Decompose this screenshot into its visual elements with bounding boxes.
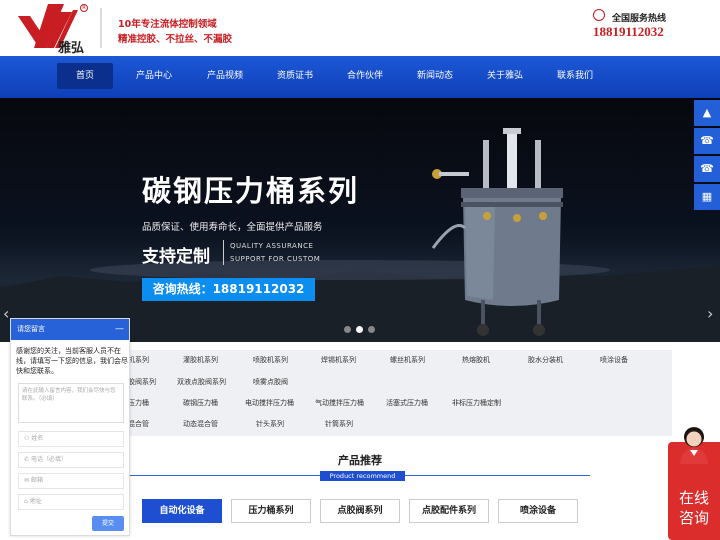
nav-item-news[interactable]: 新闻动态: [407, 63, 463, 89]
category-link[interactable]: 灌胶机系列: [183, 355, 218, 365]
tab-spray-equipment[interactable]: 喷涂设备: [498, 499, 578, 523]
email-field[interactable]: ✉ 邮箱: [18, 473, 124, 489]
nav-item-home[interactable]: 首页: [57, 63, 113, 89]
submit-button[interactable]: 提交: [92, 516, 124, 531]
nav-item-contact[interactable]: 联系我们: [547, 63, 603, 89]
logo-icon[interactable]: 雅弘: [18, 4, 86, 54]
nav-item-certificates[interactable]: 资质证书: [267, 63, 323, 89]
category-link[interactable]: 压力桶: [128, 398, 149, 408]
category-link[interactable]: 电动搅拌压力桶: [245, 398, 294, 408]
slide-dot[interactable]: [344, 326, 351, 333]
tab-valve-accessories[interactable]: 点胶配件系列: [409, 499, 489, 523]
category-link[interactable]: 针筒系列: [325, 419, 353, 429]
nav-item-videos[interactable]: 产品视频: [197, 63, 253, 89]
category-link[interactable]: 气动搅拌压力桶: [315, 398, 364, 408]
nav-item-products[interactable]: 产品中心: [126, 63, 182, 89]
online-consult[interactable]: 在线 咨询: [668, 420, 720, 540]
category-link[interactable]: 螺丝机系列: [390, 355, 425, 365]
tab-pressure-tank[interactable]: 压力桶系列: [231, 499, 311, 523]
banner-title: 碳钢压力桶系列: [142, 174, 360, 208]
category-link[interactable]: 胶水分装机: [528, 355, 563, 365]
category-row: 混合管 动态混合管 针头系列 针筒系列: [48, 414, 672, 435]
address-field[interactable]: ⌂ 地址: [18, 494, 124, 510]
phone-placeholder: 电话（必填）: [30, 456, 67, 463]
nav-item-partners[interactable]: 合作伙伴: [337, 63, 393, 89]
online-label-1: 在线: [678, 489, 709, 507]
category-link[interactable]: 机系列: [128, 355, 149, 365]
banner-bold-text: 支持定制: [142, 247, 210, 267]
chat-header-title: 请您留言: [17, 325, 45, 333]
email-placeholder: 邮箱: [30, 477, 43, 484]
category-link[interactable]: 喷涂设备: [600, 355, 628, 365]
slide-dot-active[interactable]: [356, 326, 363, 333]
pressure-tank-image: [431, 128, 563, 336]
online-label-2: 咨询: [678, 509, 709, 527]
phone-field[interactable]: ✆ 电话（必填）: [18, 452, 124, 468]
chat-widget: 请您留言 — 感谢您的关注，当前客服人员不在线，请填写一下您的信息，我们会尽快和…: [10, 318, 130, 536]
category-row: 机系列 灌胶机系列 喷胶机系列 焊锡机系列 螺丝机系列 热熔胶机 胶水分装机 喷…: [48, 350, 672, 371]
registered-mark: R: [80, 4, 88, 12]
slide-dot[interactable]: [368, 326, 375, 333]
category-link[interactable]: 焊锡机系列: [321, 355, 356, 365]
category-link[interactable]: 热熔胶机: [462, 355, 490, 365]
slogan-line-1: 10年专注流体控制领域: [118, 19, 217, 30]
customer-service-avatar: [680, 427, 708, 464]
category-link[interactable]: 活塞式压力桶: [386, 398, 428, 408]
phone-icon[interactable]: ☎: [694, 128, 720, 154]
message-textarea[interactable]: 请在此输入留言内容，我们会尽快与您联系。（必填）: [18, 383, 124, 423]
category-panel: 机系列 灌胶机系列 喷胶机系列 焊锡机系列 螺丝机系列 热熔胶机 胶水分装机 喷…: [48, 350, 672, 436]
tab-dispensing-valve[interactable]: 点胶阀系列: [320, 499, 400, 523]
minimize-icon[interactable]: —: [115, 319, 124, 340]
name-field[interactable]: ⚇ 姓名: [18, 431, 124, 447]
category-link[interactable]: 喷雾点胶阀: [253, 377, 288, 387]
category-row: 胶阀系列 双液点胶阀系列 喷雾点胶阀: [48, 372, 672, 393]
name-placeholder: 姓名: [31, 435, 44, 442]
main-nav: 首页 产品中心 产品视频 资质证书 合作伙伴 新闻动态 关于雅弘 联系我们: [0, 56, 720, 98]
hotline-number: 18819112032: [593, 24, 664, 39]
chat-header[interactable]: 请您留言 —: [11, 319, 129, 340]
phone-icon: ✆: [24, 456, 31, 463]
section-subtitle-en: Product recommend: [320, 471, 405, 481]
category-row: 压力桶 碳钢压力桶 电动搅拌压力桶 气动搅拌压力桶 活塞式压力桶 非标压力桶定制: [48, 393, 672, 414]
category-link[interactable]: 双液点胶阀系列: [177, 377, 226, 387]
chat-intro-text: 感谢您的关注，当前客服人员不在线，请填写一下您的信息，我们会尽快和您联系。: [16, 347, 128, 375]
nav-item-about[interactable]: 关于雅弘: [477, 63, 533, 89]
chevron-left-icon[interactable]: ‹: [3, 304, 9, 323]
side-toolbar: ▲ ☎ ☎ ▦: [694, 100, 720, 212]
banner-eng-line-1: QUALITY ASSURANCE: [230, 242, 314, 250]
banner-subtitle: 品质保证、使用寿命长，全面提供产品服务: [142, 222, 323, 233]
category-link[interactable]: 动态混合管: [183, 419, 218, 429]
phone-icon: [593, 9, 605, 21]
tab-automation[interactable]: 自动化设备: [142, 499, 222, 523]
category-link[interactable]: 非标压力桶定制: [452, 398, 501, 408]
site-header: 雅弘 R 10年专注流体控制领域 精准控胶、不拉丝、不漏胶 全国服务热线 188…: [0, 0, 720, 56]
hero-banner[interactable]: ‹ ›: [0, 98, 720, 342]
category-link[interactable]: 碳钢压力桶: [183, 398, 218, 408]
category-link[interactable]: 混合管: [128, 419, 149, 429]
slogan-line-2: 精准控胶、不拉丝、不漏胶: [118, 34, 233, 45]
address-placeholder: 地址: [29, 498, 42, 505]
arrow-up-icon[interactable]: ▲: [694, 100, 720, 126]
svg-text:雅弘: 雅弘: [58, 40, 84, 54]
banner-divider: [223, 240, 224, 265]
chevron-right-icon[interactable]: ›: [707, 304, 713, 323]
banner-eng-line-2: SUPPORT FOR CUSTOM: [230, 255, 321, 263]
banner-background: [0, 260, 720, 342]
category-link[interactable]: 喷胶机系列: [253, 355, 288, 365]
phone-icon[interactable]: ☎: [694, 156, 720, 182]
hotline-label: 全国服务热线: [612, 14, 667, 24]
banner-cta-button[interactable]: 咨询热线：18819112032: [142, 278, 315, 301]
category-link[interactable]: 针头系列: [256, 419, 284, 429]
mail-icon: ✉: [24, 477, 31, 484]
header-divider: [100, 8, 102, 48]
category-link[interactable]: 胶阀系列: [128, 377, 156, 387]
qrcode-icon[interactable]: ▦: [694, 184, 720, 210]
